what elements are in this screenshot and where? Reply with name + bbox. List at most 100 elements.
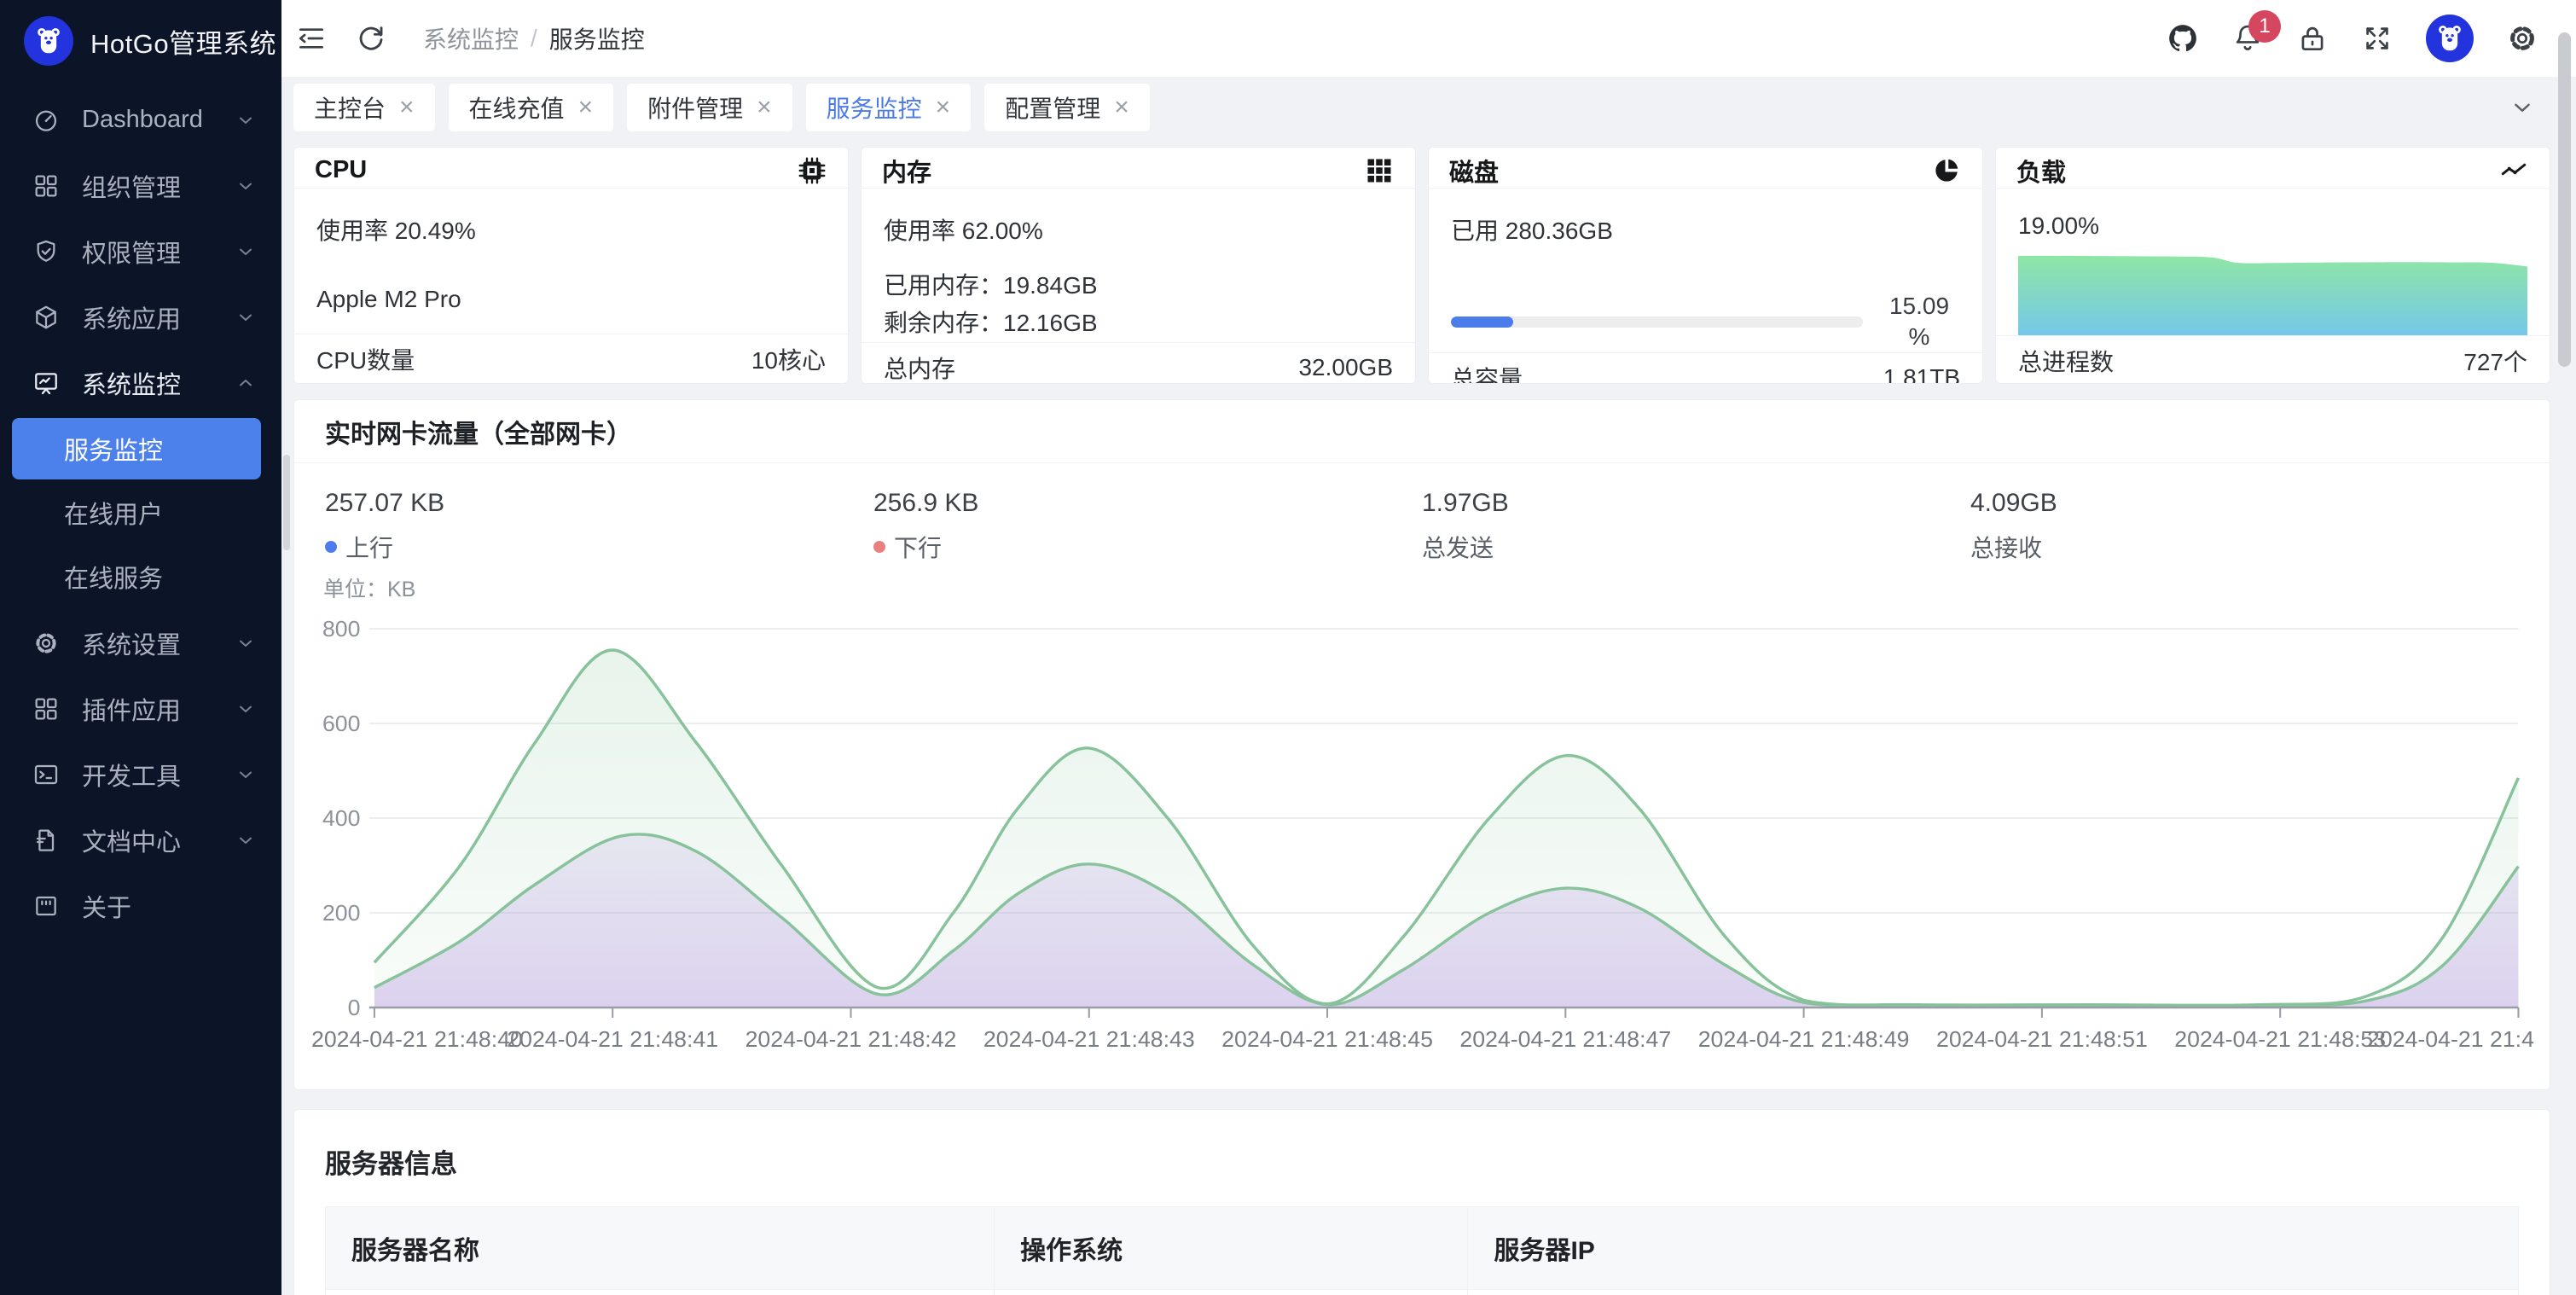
breadcrumb: 系统监控 / 服务监控 <box>423 21 645 55</box>
load-card: 负载 19.00% 总进程数 727个 <box>1995 147 2550 384</box>
org-grid-icon <box>32 172 60 200</box>
cpu-footer-label: CPU数量 <box>316 342 415 376</box>
network-traffic-card: 实时网卡流量（全部网卡） 257.07 KB上行256.9 KB下行1.97GB… <box>293 399 2550 1090</box>
sidebar-subitem-serve-monitor[interactable]: 服务监控 <box>12 418 261 479</box>
svg-text:2024-04-21 21:48:47: 2024-04-21 21:48:47 <box>1459 1026 1671 1052</box>
notification-badge: 1 <box>2248 10 2281 43</box>
sidebar-item-dev-tools[interactable]: 开发工具 <box>0 741 281 807</box>
breadcrumb-separator: / <box>531 25 537 52</box>
app-title: HotGo管理系统 <box>90 22 276 61</box>
cpu-footer-value: 10核心 <box>751 342 826 376</box>
chevron-down-icon <box>235 699 256 719</box>
load-footer-label: 总进程数 <box>2018 344 2114 378</box>
network-stats-row: 257.07 KB上行256.9 KB下行1.97GB总发送4.09GB总接收 <box>294 463 2550 567</box>
load-footer-value: 727个 <box>2463 344 2527 378</box>
close-tab-icon[interactable]: × <box>1114 95 1129 120</box>
disk-footer-value: 1.81TB <box>1883 364 1960 385</box>
server-name-cell: mengshuaideMBP <box>326 1290 995 1295</box>
lock-screen-icon[interactable] <box>2296 22 2329 55</box>
network-chart: 单位：KB 02004006008002024-04-21 21:48:4020… <box>294 567 2550 1089</box>
terminal-icon <box>32 761 60 788</box>
disk-progress-fill <box>1451 316 1513 328</box>
monitor-chart-icon <box>32 369 60 397</box>
main-area: 系统监控 / 服务监控 1 <box>281 0 2576 1295</box>
sidebar-item-system-settings[interactable]: 系统设置 <box>0 610 281 676</box>
app-logo-icon <box>24 16 73 66</box>
memory-card-title: 内存 <box>882 153 931 189</box>
chevron-down-icon <box>235 830 256 851</box>
refresh-icon[interactable] <box>355 22 387 55</box>
app-logo[interactable]: HotGo管理系统 <box>0 0 281 82</box>
chevron-down-icon <box>235 176 256 196</box>
notifications-bell[interactable]: 1 <box>2231 22 2264 55</box>
server-ip-cell: 191.27 / .238 <box>1468 1290 2519 1295</box>
sidebar-subitem-online-users[interactable]: 在线用户 <box>12 482 261 543</box>
sidebar-subitem-online-services[interactable]: 在线服务 <box>12 546 261 607</box>
breadcrumb-parent[interactable]: 系统监控 <box>423 21 519 55</box>
disk-used-text: 已用 280.36GB <box>1451 212 1960 247</box>
close-tab-icon[interactable]: × <box>578 95 594 120</box>
tab-attachment-manage[interactable]: 附件管理× <box>627 84 792 131</box>
svg-text:400: 400 <box>322 805 361 831</box>
cpu-model-text: Apple M2 Pro <box>316 286 826 313</box>
svg-text:2024-04-21 21:48:53: 2024-04-21 21:48:53 <box>2174 1026 2386 1052</box>
load-sparkline-chart <box>2018 253 2527 335</box>
sidebar-item-dashboard[interactable]: Dashboard <box>0 87 281 153</box>
chevron-up-icon <box>235 373 256 393</box>
svg-text:2024-04-21 21:4: 2024-04-21 21:4 <box>2367 1026 2534 1052</box>
sidebar-item-auth-manage[interactable]: 权限管理 <box>0 218 281 284</box>
sidebar-item-plugin-apps[interactable]: 插件应用 <box>0 676 281 741</box>
page: HotGo管理系统 Dashboard组织管理权限管理系统应用系统监控服务监控在… <box>0 0 2576 1295</box>
content-scrollbar[interactable] <box>283 455 290 550</box>
pie-chart-icon <box>1931 155 1962 186</box>
sidebar-item-system-apps[interactable]: 系统应用 <box>0 284 281 350</box>
user-avatar[interactable] <box>2426 15 2474 62</box>
svg-text:800: 800 <box>322 616 361 642</box>
cpu-card-title: CPU <box>315 156 367 184</box>
tab-config-manage[interactable]: 配置管理× <box>984 84 1150 131</box>
sidebar-item-system-monitor[interactable]: 系统监控 <box>0 350 281 415</box>
cpu-chip-icon <box>797 155 827 186</box>
close-tab-icon[interactable]: × <box>757 95 772 120</box>
tab-serve-monitor[interactable]: 服务监控× <box>806 84 972 131</box>
stat-cards-row: CPU 使用率 20.49% Apple M2 Pro CPU数量 10核心 <box>293 147 2550 384</box>
sidebar-item-doc-center[interactable]: 文档中心 <box>0 807 281 873</box>
svg-text:2024-04-21 21:48:41: 2024-04-21 21:48:41 <box>507 1026 718 1052</box>
table-header-1: 操作系统 <box>995 1207 1468 1290</box>
close-tab-icon[interactable]: × <box>399 95 415 120</box>
settings-gear-icon[interactable] <box>2506 22 2538 55</box>
legend-dot-icon <box>873 541 885 553</box>
memory-free-text: 剩余内存：12.16GB <box>884 305 1393 342</box>
github-icon[interactable] <box>2167 22 2199 55</box>
tab-bar: 主控台× 在线充值× 附件管理× 服务监控× 配置管理× <box>281 77 2576 138</box>
breadcrumb-current[interactable]: 服务监控 <box>549 21 645 55</box>
disk-progress: 15.09 % <box>1451 291 1960 352</box>
svg-text:2024-04-21 21:48:42: 2024-04-21 21:48:42 <box>746 1026 957 1052</box>
svg-text:2024-04-21 21:48:40: 2024-04-21 21:48:40 <box>311 1026 523 1052</box>
cube-icon <box>32 304 60 331</box>
table-header-0: 服务器名称 <box>326 1207 995 1290</box>
chevron-down-icon <box>235 307 256 328</box>
fullscreen-icon[interactable] <box>2361 22 2393 55</box>
sidebar: HotGo管理系统 Dashboard组织管理权限管理系统应用系统监控服务监控在… <box>0 0 281 1295</box>
server-info-table: 服务器名称操作系统服务器IPmengshuaideMBPdarwin191.27… <box>325 1206 2519 1295</box>
document-icon <box>32 827 60 854</box>
close-tab-icon[interactable]: × <box>936 95 951 120</box>
network-stat-1: 256.9 KB下行 <box>873 489 1422 564</box>
cpu-card: CPU 使用率 20.49% Apple M2 Pro CPU数量 10核心 <box>293 147 849 384</box>
svg-text:0: 0 <box>348 995 361 1020</box>
table-row: mengshuaideMBPdarwin191.27 / .238 <box>326 1290 2519 1295</box>
vertical-scrollbar[interactable] <box>2558 32 2571 367</box>
collapse-sidebar-icon[interactable] <box>295 22 328 55</box>
tab-online-recharge[interactable]: 在线充值× <box>449 84 614 131</box>
tab-console[interactable]: 主控台× <box>293 84 435 131</box>
disk-percent-text: 15.09 % <box>1878 291 1960 352</box>
chart-unit-label: 单位：KB <box>323 572 2536 603</box>
chevron-down-icon <box>235 633 256 653</box>
disk-footer-label: 总容量 <box>1451 361 1523 385</box>
sidebar-item-about[interactable]: 关于 <box>0 873 281 938</box>
svg-text:2024-04-21 21:48:43: 2024-04-21 21:48:43 <box>983 1026 1195 1052</box>
sidebar-item-org-manage[interactable]: 组织管理 <box>0 153 281 218</box>
load-value-text: 19.00% <box>2018 212 2527 240</box>
memory-card: 内存 使用率 62.00% 已用内存：19.84GB 剩余内存：12.16GB … <box>861 147 1416 384</box>
